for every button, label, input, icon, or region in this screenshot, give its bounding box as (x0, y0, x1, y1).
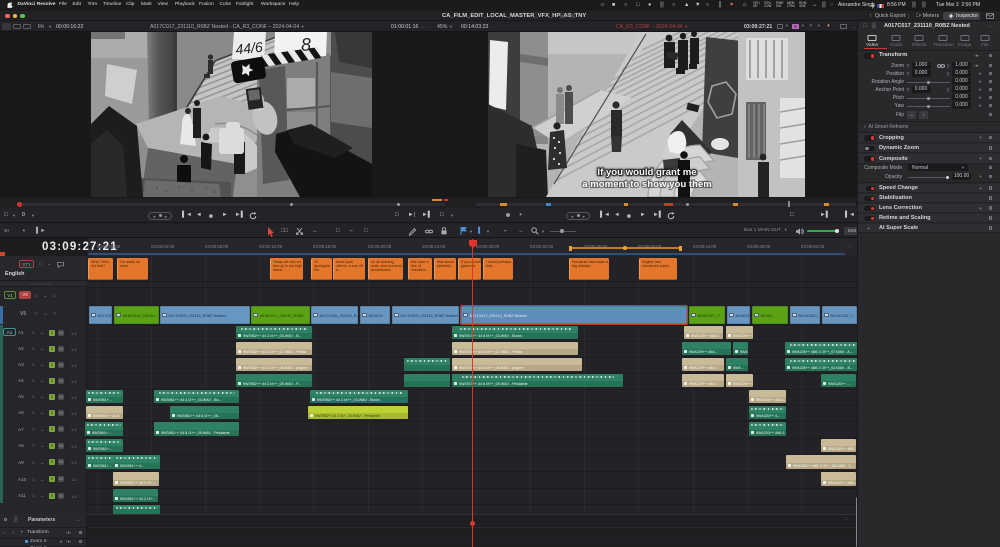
svg-text:44/6: 44/6 (235, 39, 264, 58)
svg-text:If you would grant me: If you would grant me (597, 167, 696, 178)
svg-text:8: 8 (300, 34, 311, 55)
svg-text:a moment to show you them: a moment to show you them (582, 179, 712, 190)
